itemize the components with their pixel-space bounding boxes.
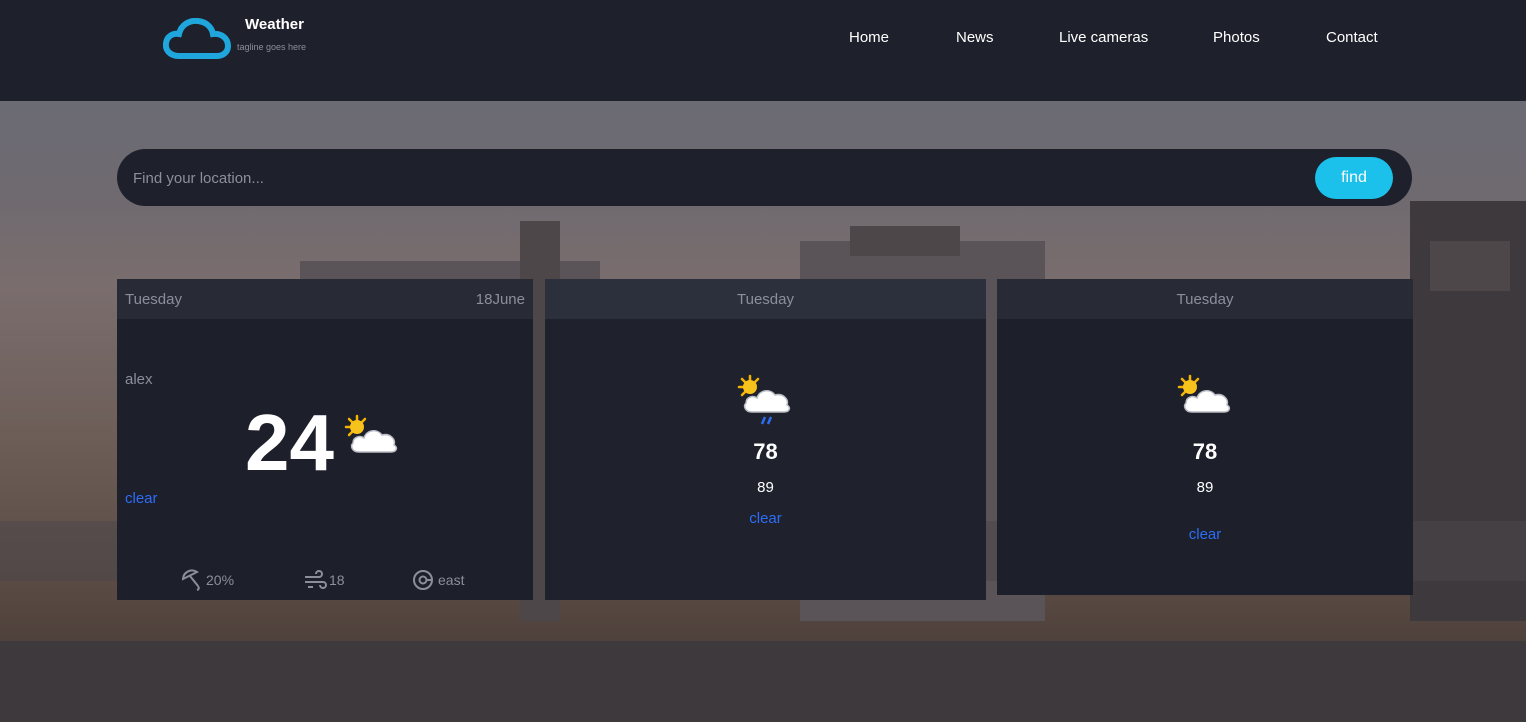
sun-cloud-icon: [344, 414, 398, 453]
search-input[interactable]: [133, 163, 1283, 193]
max-temperature: 78: [1192, 439, 1218, 464]
today-card: Tuesday 18June alex 24 clear 20% 18 east: [117, 279, 533, 600]
find-button[interactable]: find: [1315, 157, 1393, 199]
day-label: Tuesday: [125, 291, 182, 308]
nav-contact[interactable]: Contact: [1326, 29, 1378, 46]
umbrella-icon: [181, 569, 200, 591]
condition-wrap: clear: [997, 526, 1413, 544]
card-header: Tuesday 18June: [117, 279, 533, 319]
card-body: 78 89 clear: [545, 319, 986, 600]
wind-stat: 18: [303, 569, 363, 593]
wind-value: 18: [329, 572, 345, 588]
day-label: Tuesday: [737, 291, 794, 308]
condition-link[interactable]: clear: [749, 510, 782, 527]
card-header: Tuesday: [545, 279, 986, 319]
site-header: Weather tagline goes here Home News Live…: [0, 0, 1526, 101]
direction-value: east: [438, 572, 465, 588]
compass-icon: [413, 570, 433, 590]
nav-photos[interactable]: Photos: [1213, 29, 1260, 46]
main-nav: Home News Live cameras Photos Contact: [0, 29, 1526, 49]
condition-wrap: clear: [545, 510, 986, 528]
nav-live-cameras[interactable]: Live cameras: [1059, 29, 1148, 46]
sun-cloud-icon: [1177, 374, 1231, 413]
sun-cloud-rain-icon: [737, 374, 791, 425]
background-building: [1430, 241, 1510, 291]
min-temperature: 89: [757, 479, 774, 496]
wind-icon: [305, 570, 327, 589]
rain-stat: 20%: [180, 569, 250, 593]
max-temperature: 78: [753, 439, 778, 464]
forecast-card: Tuesday 78 89 clear: [997, 279, 1413, 595]
location-search: find: [117, 149, 1412, 206]
min-temperature: 89: [1196, 479, 1214, 496]
card-body: 78 89 clear: [997, 319, 1413, 595]
condition-link[interactable]: clear: [125, 490, 158, 507]
forecast-card: Tuesday 78 89 clear: [545, 279, 986, 600]
rain-value: 20%: [206, 572, 235, 588]
nav-home[interactable]: Home: [849, 29, 889, 46]
card-body: alex 24 clear 20% 18 east: [117, 319, 533, 600]
background-building: [850, 226, 960, 256]
card-header: Tuesday: [997, 279, 1413, 319]
date-label: 18June: [475, 291, 525, 308]
condition-link[interactable]: clear: [1189, 526, 1222, 543]
bridge-lower: [0, 641, 1526, 722]
day-label: Tuesday: [1176, 291, 1234, 308]
direction-stat: east: [412, 569, 492, 593]
current-temperature: 24: [245, 398, 334, 487]
nav-news[interactable]: News: [956, 29, 994, 46]
location-name: alex: [125, 371, 153, 388]
